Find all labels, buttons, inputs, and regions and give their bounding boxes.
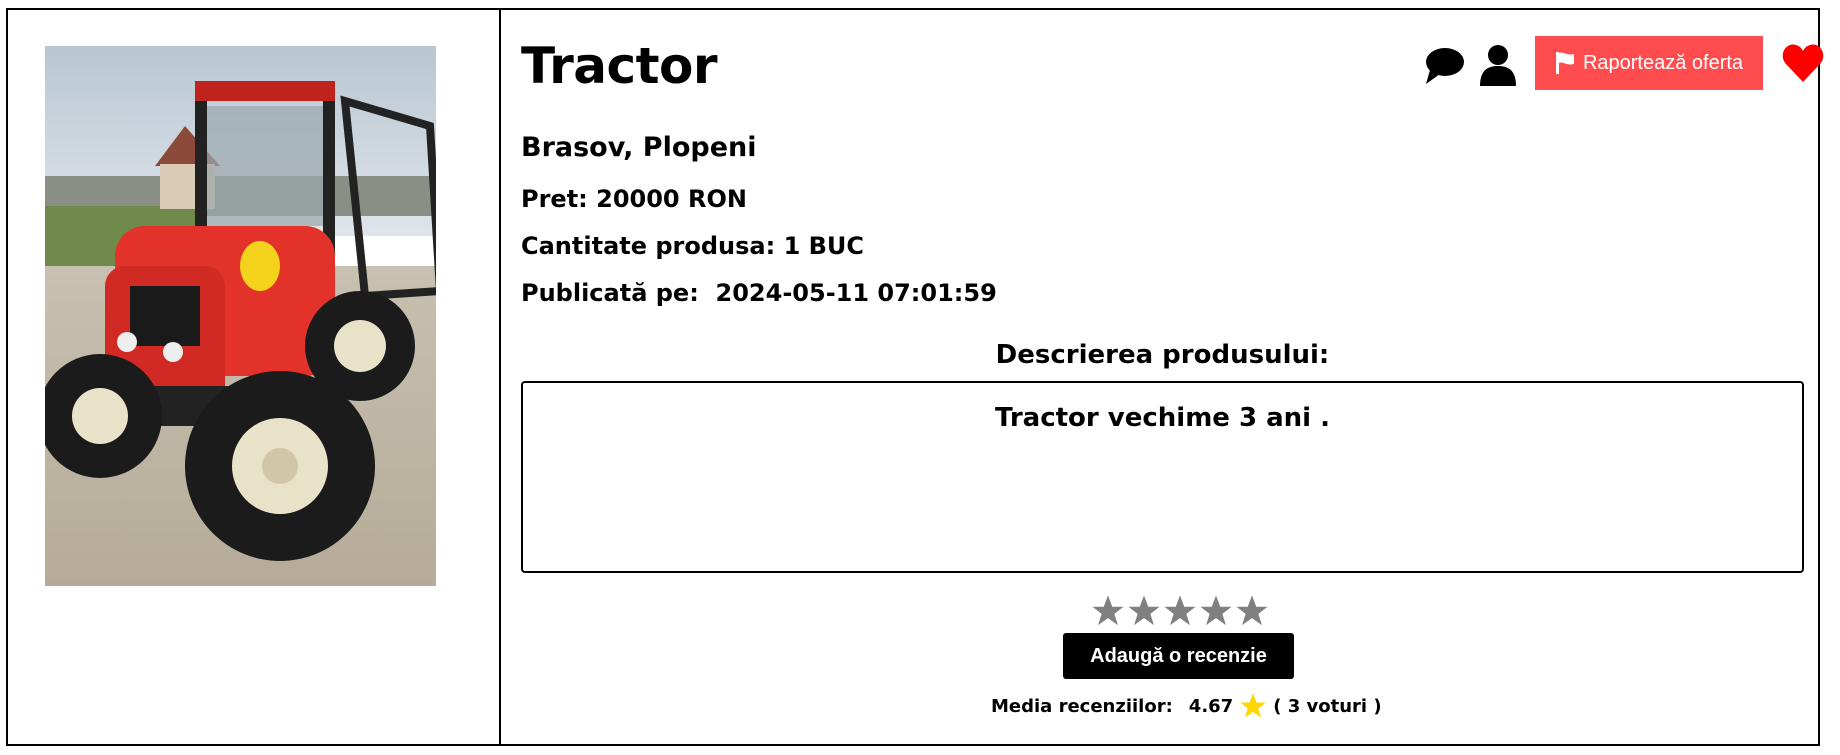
heart-icon[interactable] bbox=[1782, 42, 1824, 84]
star-1-icon[interactable] bbox=[1091, 594, 1125, 628]
details-pane: Tractor Raportează oferta Brasov, Plopen… bbox=[501, 10, 1824, 744]
vote-count: ( 3 voturi ) bbox=[1273, 695, 1382, 717]
report-offer-label: Raportează oferta bbox=[1582, 51, 1744, 74]
published-label: Publicată pe: bbox=[521, 279, 699, 307]
published-date: Publicată pe: 2024-05-11 07:01:59 bbox=[521, 279, 997, 307]
star-2-icon[interactable] bbox=[1127, 594, 1161, 628]
star-5-icon[interactable] bbox=[1235, 594, 1269, 628]
rating-stars bbox=[1091, 594, 1269, 634]
product-location: Brasov, Plopeni bbox=[521, 132, 757, 163]
star-filled-icon bbox=[1239, 692, 1267, 720]
description-heading: Descrierea produsului: bbox=[995, 340, 1330, 370]
description-text: Tractor vechime 3 ani . bbox=[994, 403, 1331, 433]
image-pane bbox=[8, 10, 501, 744]
tractor-image bbox=[45, 46, 436, 586]
description-box: Tractor vechime 3 ani . bbox=[521, 381, 1804, 573]
product-card: Tractor Raportează oferta Brasov, Plopen… bbox=[6, 8, 1824, 746]
average-rating-label: Media recenziilor: bbox=[991, 695, 1173, 717]
chat-bubble-icon[interactable] bbox=[1424, 44, 1466, 86]
flag-icon bbox=[1555, 52, 1574, 74]
average-rating-value: 4.67 bbox=[1188, 695, 1234, 717]
action-bar: Raportează oferta bbox=[1398, 36, 1824, 92]
average-rating: Media recenziilor: 4.67 ( 3 voturi ) bbox=[991, 692, 1382, 720]
product-title: Tractor bbox=[521, 37, 718, 95]
user-icon[interactable] bbox=[1477, 44, 1519, 86]
product-image[interactable] bbox=[45, 46, 436, 586]
report-offer-button[interactable]: Raportează oferta bbox=[1535, 36, 1763, 90]
add-review-button[interactable]: Adaugă o recenzie bbox=[1063, 633, 1294, 679]
star-4-icon[interactable] bbox=[1199, 594, 1233, 628]
product-price: Pret: 20000 RON bbox=[521, 185, 747, 213]
published-value: 2024-05-11 07:01:59 bbox=[715, 279, 997, 307]
product-quantity: Cantitate produsa: 1 BUC bbox=[521, 232, 865, 260]
star-3-icon[interactable] bbox=[1163, 594, 1197, 628]
